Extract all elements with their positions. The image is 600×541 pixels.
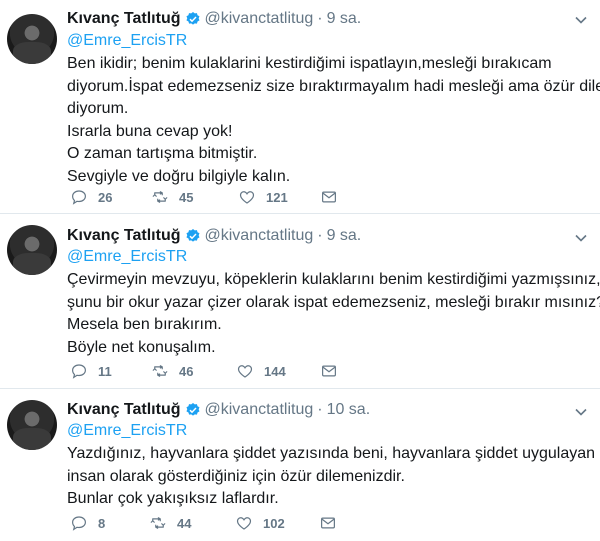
reply-icon xyxy=(72,364,86,379)
author-name[interactable]: Kıvanç Tatlıtuğ xyxy=(67,227,181,245)
reply-to-mention[interactable]: @Emre_ErcisTR xyxy=(67,32,187,50)
retweet-button[interactable]: 46 xyxy=(151,362,236,380)
tweet-text-line: şunu bir okur yazar çizer olarak ispat e… xyxy=(67,293,600,311)
retweet-icon xyxy=(152,191,168,203)
tweet-text: Çevirmeyin mevzuyu, köpeklerin kulakları… xyxy=(67,269,600,359)
reply-count: 26 xyxy=(98,189,113,205)
reply-icon xyxy=(72,516,86,531)
tweet-text-line: diyorum.İspat edemezseniz size bıraktırm… xyxy=(67,77,600,95)
direct-message-button[interactable] xyxy=(319,514,337,532)
verified-badge-icon xyxy=(185,12,199,25)
tweet[interactable]: Kıvanç Tatlıtuğ @kivanctatlitug · 9 sa. … xyxy=(0,0,600,213)
like-button[interactable]: 144 xyxy=(236,362,320,380)
retweet-icon xyxy=(150,517,166,529)
reply-to-mention[interactable]: @Emre_ErcisTR xyxy=(67,248,187,266)
tweet-text-line: insan olarak gösterdiğiniz için özür dil… xyxy=(67,467,405,485)
direct-message-icon xyxy=(321,517,335,529)
separator-dot: · xyxy=(317,10,323,27)
tweet-text-line: Çevirmeyin mevzuyu, köpeklerin kulakları… xyxy=(67,271,600,288)
tweet-text-line: O zaman tartışma bitmiştir. xyxy=(67,145,258,162)
tweet-header: Kıvanç Tatlıtuğ @kivanctatlitug · 9 sa. xyxy=(67,8,361,30)
retweet-button[interactable]: 45 xyxy=(151,188,238,206)
like-icon xyxy=(239,191,255,204)
direct-message-button[interactable] xyxy=(320,188,338,206)
like-icon xyxy=(236,517,252,530)
tweet-timestamp[interactable]: 9 sa. xyxy=(327,227,362,245)
verified-badge-icon xyxy=(185,229,199,242)
like-button[interactable]: 121 xyxy=(238,188,320,206)
author-handle[interactable]: @kivanctatlitug xyxy=(205,401,314,419)
tweet-text-line: Böyle net konuşalım. xyxy=(67,338,216,356)
retweet-icon xyxy=(152,365,168,377)
tweet-actions: 8 44 102 xyxy=(70,512,337,534)
direct-message-button[interactable] xyxy=(320,362,338,380)
reply-button[interactable]: 26 xyxy=(70,188,151,206)
like-button[interactable]: 102 xyxy=(235,514,319,532)
tweet-header: Kıvanç Tatlıtuğ @kivanctatlitug · 9 sa. xyxy=(67,225,361,247)
retweet-count: 46 xyxy=(179,363,194,379)
chevron-down-icon[interactable] xyxy=(574,13,588,27)
verified-badge-icon xyxy=(185,403,199,416)
author-name[interactable]: Kıvanç Tatlıtuğ xyxy=(67,401,181,419)
avatar[interactable] xyxy=(7,225,57,275)
chevron-down-icon[interactable] xyxy=(574,231,588,245)
separator-dot: · xyxy=(317,401,323,418)
tweet-actions: 11 46 144 xyxy=(70,360,338,382)
reply-count: 11 xyxy=(98,363,112,379)
tweet-text-line: Israrla buna cevap yok! xyxy=(67,122,233,140)
retweet-button[interactable]: 44 xyxy=(149,514,235,532)
direct-message-icon xyxy=(322,365,336,377)
reply-count: 8 xyxy=(98,515,106,531)
retweet-count: 44 xyxy=(177,515,192,531)
like-icon xyxy=(237,365,253,378)
retweet-count: 45 xyxy=(179,189,194,205)
tweet-text-line: Ben ikidir; benim kulaklarini kestirdiği… xyxy=(67,55,552,72)
like-count: 121 xyxy=(266,189,288,205)
tweet-text-line: Bunlar çok yakışıksız laflardır. xyxy=(67,490,279,507)
tweet-text-line: Yazdığınız, hayvanlara şiddet yazısında … xyxy=(67,445,600,462)
tweet-actions: 26 45 121 xyxy=(70,186,338,208)
avatar[interactable] xyxy=(7,400,57,450)
reply-button[interactable]: 8 xyxy=(70,514,149,532)
tweet-text-line: Mesela ben bırakırım. xyxy=(67,316,222,333)
tweet-timestamp[interactable]: 10 sa. xyxy=(327,401,371,419)
tweet[interactable]: Kıvanç Tatlıtuğ @kivanctatlitug · 9 sa. … xyxy=(0,213,600,388)
tweet-text-line: diyorum. xyxy=(67,100,129,117)
author-handle[interactable]: @kivanctatlitug xyxy=(205,227,314,245)
reply-to-mention[interactable]: @Emre_ErcisTR xyxy=(67,422,187,440)
author-handle[interactable]: @kivanctatlitug xyxy=(205,10,314,28)
author-name[interactable]: Kıvanç Tatlıtuğ xyxy=(67,10,181,28)
chevron-down-icon[interactable] xyxy=(574,405,588,419)
reply-icon xyxy=(72,190,86,205)
like-count: 102 xyxy=(263,515,285,531)
tweet[interactable]: Kıvanç Tatlıtuğ @kivanctatlitug · 10 sa.… xyxy=(0,388,600,541)
reply-button[interactable]: 11 xyxy=(70,362,151,380)
like-count: 144 xyxy=(264,363,286,379)
tweet-text: Yazdığınız, hayvanlara şiddet yazısında … xyxy=(67,443,600,511)
tweet-timestamp[interactable]: 9 sa. xyxy=(327,10,362,28)
separator-dot: · xyxy=(317,227,323,244)
avatar[interactable] xyxy=(7,14,57,64)
direct-message-icon xyxy=(322,191,336,203)
tweet-text-line: Sevgiyle ve doğru bilgiyle kalın. xyxy=(67,167,291,185)
tweet-text: Ben ikidir; benim kulaklarini kestirdiği… xyxy=(67,53,600,188)
tweet-header: Kıvanç Tatlıtuğ @kivanctatlitug · 10 sa. xyxy=(67,399,370,421)
